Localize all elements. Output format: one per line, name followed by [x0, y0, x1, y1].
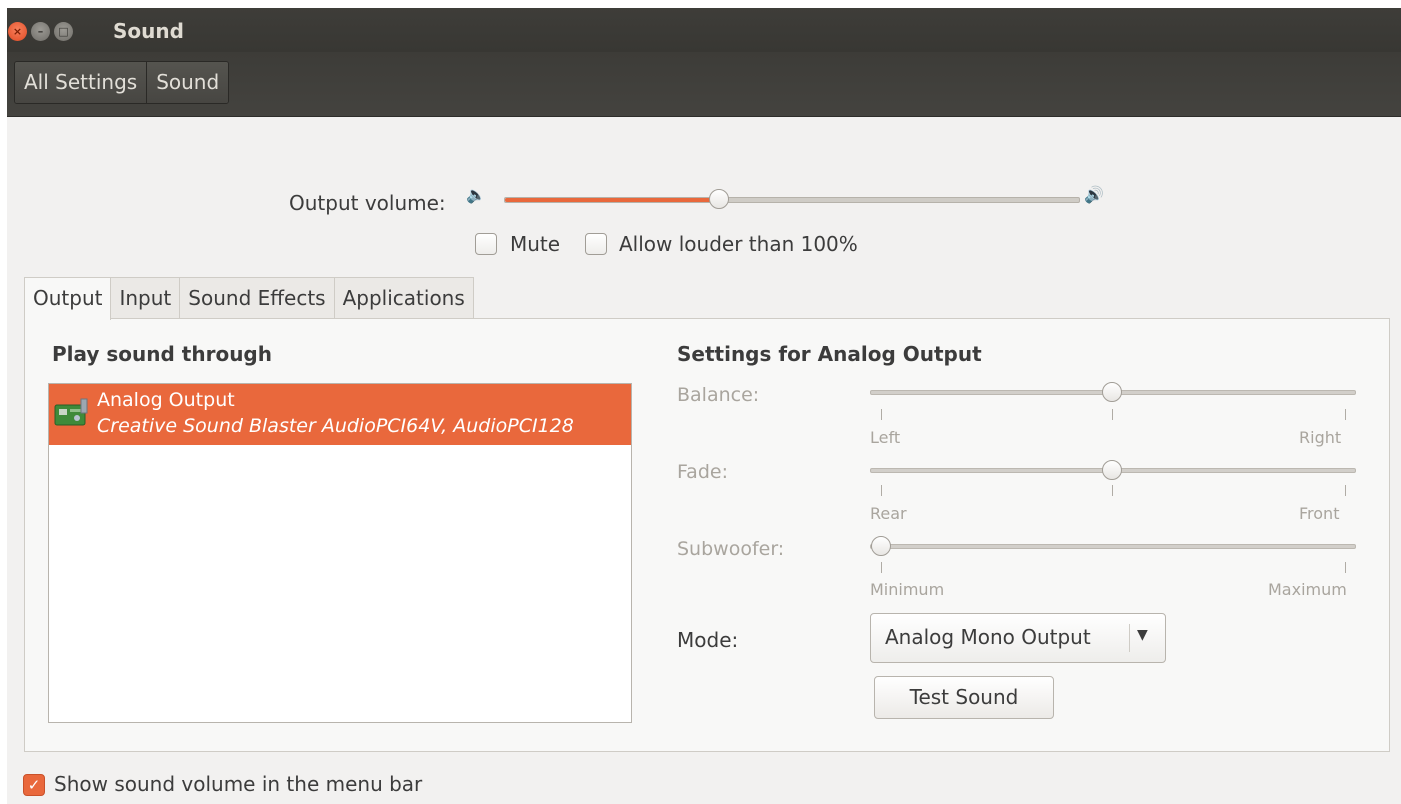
fade-label: Fade: — [677, 461, 728, 483]
chevron-down-icon: ▼ — [1137, 627, 1148, 643]
subwoofer-slider[interactable] — [870, 544, 1356, 549]
fade-min-label: Rear — [870, 504, 907, 523]
balance-tick-right — [1345, 409, 1346, 420]
minimize-button[interactable]: – — [31, 22, 50, 41]
fade-tick-right — [1345, 485, 1346, 496]
tab-output[interactable]: Output — [24, 277, 112, 320]
output-volume-slider[interactable] — [504, 197, 1080, 203]
allow-louder-checkbox[interactable] — [585, 233, 607, 255]
fade-max-label: Front — [1299, 504, 1340, 523]
subwoofer-label: Subwoofer: — [677, 538, 785, 560]
mode-dropdown[interactable]: Analog Mono Output ▼ — [870, 613, 1166, 663]
minimize-icon: – — [37, 25, 44, 38]
fade-tick-left — [881, 485, 882, 496]
subwoofer-min-label: Minimum — [870, 580, 945, 599]
speaker-low-icon: 🔈 — [466, 185, 486, 204]
test-sound-button[interactable]: Test Sound — [874, 676, 1054, 719]
device-name: Analog Output — [97, 389, 235, 411]
show-in-menubar-checkbox[interactable]: ✓ — [23, 774, 45, 796]
breadcrumb: All Settings Sound — [14, 61, 230, 104]
tab-input[interactable]: Input — [110, 277, 181, 319]
close-icon: × — [12, 25, 23, 38]
fade-tick-center — [1112, 485, 1113, 496]
balance-knob[interactable] — [1102, 382, 1122, 402]
settings-heading: Settings for Analog Output — [677, 342, 982, 366]
maximize-icon: □ — [58, 25, 69, 38]
tab-bar: Output Input Sound Effects Applications — [24, 277, 474, 320]
mute-checkbox[interactable] — [475, 233, 497, 255]
toolbar: All Settings Sound — [7, 52, 1401, 117]
device-list[interactable]: Analog Output Creative Sound Blaster Aud… — [48, 383, 632, 723]
fade-knob[interactable] — [1102, 460, 1122, 480]
mode-value: Analog Mono Output — [885, 625, 1091, 649]
sound-settings-window: × – □ Sound All Settings Sound Output vo… — [7, 8, 1401, 804]
subwoofer-tick-left — [881, 562, 882, 573]
list-item[interactable]: Analog Output Creative Sound Blaster Aud… — [49, 384, 631, 445]
tab-applications[interactable]: Applications — [333, 277, 474, 319]
balance-tick-center — [1112, 409, 1113, 420]
mode-label: Mode: — [677, 628, 739, 652]
subwoofer-knob[interactable] — [871, 536, 891, 556]
breadcrumb-sound[interactable]: Sound — [146, 62, 229, 103]
window-title: Sound — [113, 19, 184, 43]
close-button[interactable]: × — [8, 22, 27, 41]
output-volume-fill — [505, 198, 721, 202]
device-description: Creative Sound Blaster AudioPCI64V, Audi… — [97, 415, 574, 437]
allow-louder-label: Allow louder than 100% — [619, 232, 858, 256]
mute-label: Mute — [510, 232, 561, 256]
maximize-button[interactable]: □ — [54, 22, 73, 41]
breadcrumb-all-settings[interactable]: All Settings — [15, 62, 147, 103]
speaker-high-icon: 🔊 — [1084, 185, 1104, 204]
mode-dropdown-separator — [1129, 624, 1130, 652]
balance-label: Balance: — [677, 384, 760, 406]
output-panel: Play sound through Analog Output Creativ… — [24, 318, 1390, 752]
output-volume-knob[interactable] — [709, 189, 730, 209]
check-icon: ✓ — [27, 776, 41, 794]
output-volume-label: Output volume: — [289, 191, 446, 215]
balance-min-label: Left — [870, 428, 901, 447]
main-content: Output volume: 🔈 🔊 Mute Allow louder tha… — [7, 117, 1401, 804]
sound-card-icon — [54, 398, 88, 426]
title-bar: × – □ Sound — [7, 8, 1401, 52]
show-in-menubar-label: Show sound volume in the menu bar — [54, 772, 423, 796]
subwoofer-max-label: Maximum — [1268, 580, 1347, 599]
subwoofer-tick-right — [1345, 562, 1346, 573]
balance-max-label: Right — [1299, 428, 1342, 447]
tab-sound-effects[interactable]: Sound Effects — [179, 277, 335, 319]
balance-tick-left — [881, 409, 882, 420]
play-sound-through-heading: Play sound through — [52, 342, 272, 366]
